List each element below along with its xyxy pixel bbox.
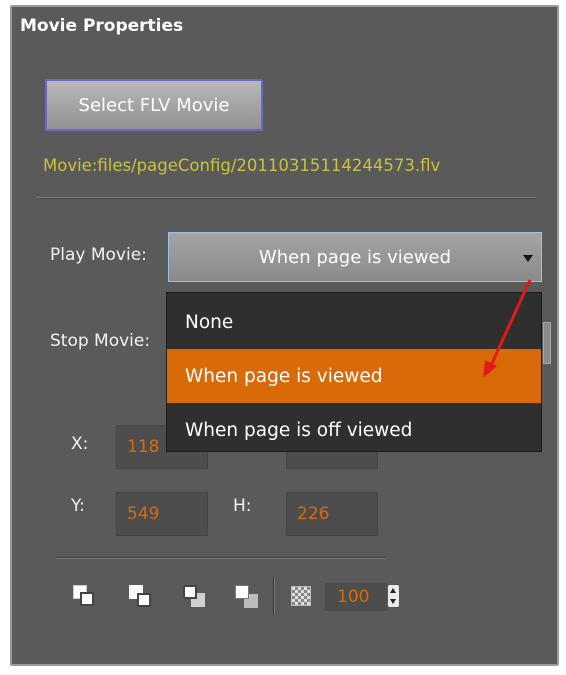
play-movie-selected-value: When page is viewed [258, 246, 452, 268]
y-label: Y: [71, 496, 85, 516]
h-label: H: [233, 496, 252, 516]
stop-movie-select[interactable] [543, 322, 551, 364]
play-movie-label: Play Movie: [50, 245, 147, 265]
opacity-input[interactable]: 100 [325, 583, 387, 611]
panel-title: Movie Properties [20, 16, 184, 36]
x-label: X: [71, 434, 89, 454]
send-to-back-icon[interactable] [233, 583, 259, 609]
send-backward-icon[interactable] [181, 583, 207, 609]
bring-to-front-icon[interactable] [71, 583, 97, 609]
play-movie-select[interactable]: When page is viewed [168, 232, 542, 282]
dropdown-option-none[interactable]: None [167, 295, 541, 349]
divider [56, 557, 386, 559]
bring-forward-icon[interactable] [127, 583, 153, 609]
play-movie-dropdown: None When page is viewed When page is of… [166, 292, 542, 452]
stop-movie-label: Stop Movie: [50, 331, 151, 351]
dropdown-option-when-page-is-off-viewed[interactable]: When page is off viewed [167, 403, 541, 457]
movie-path-text: Movie:files/pageConfig/20110315114244573… [43, 156, 441, 175]
dropdown-option-when-page-is-viewed[interactable]: When page is viewed [167, 349, 541, 403]
select-flv-movie-button[interactable]: Select FLV Movie [45, 79, 263, 131]
y-input[interactable]: 549 [116, 492, 208, 536]
opacity-icon [291, 586, 311, 606]
opacity-spinner-icon[interactable] [388, 585, 399, 607]
toolbar-separator [273, 578, 275, 614]
h-input[interactable]: 226 [286, 492, 378, 536]
chevron-down-icon[interactable] [523, 255, 533, 262]
divider [36, 197, 536, 199]
